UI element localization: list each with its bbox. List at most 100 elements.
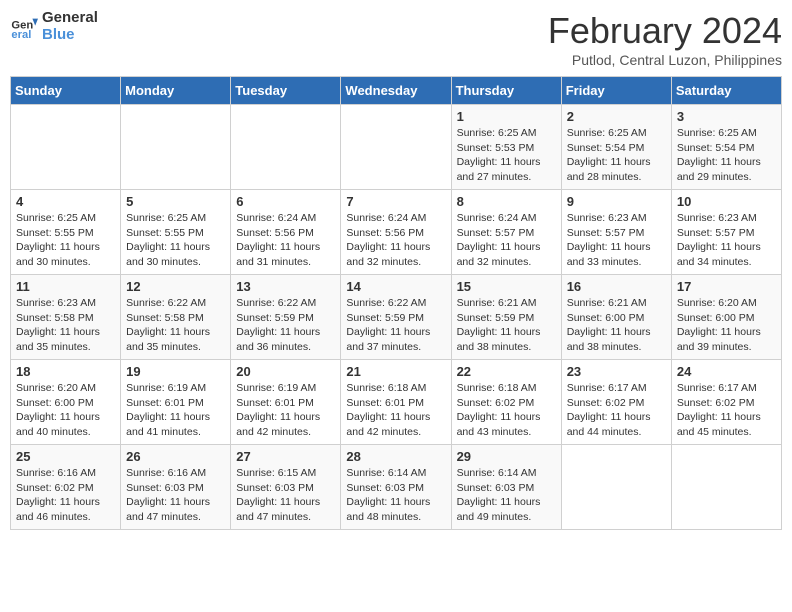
calendar-cell: 28 Sunrise: 6:14 AM Sunset: 6:03 PM Dayli… (341, 445, 451, 530)
day-info: Sunrise: 6:17 AM Sunset: 6:02 PM Dayligh… (677, 381, 776, 440)
calendar-cell: 18Sunrise: 6:20 AM Sunset: 6:00 PM Dayli… (11, 360, 121, 445)
calendar-cell: 26Sunrise: 6:16 AM Sunset: 6:03 PM Dayli… (121, 445, 231, 530)
calendar-cell (671, 445, 781, 530)
day-number: 6 (236, 194, 335, 209)
day-number: 5 (126, 194, 225, 209)
calendar-cell: 16Sunrise: 6:21 AM Sunset: 6:00 PM Dayli… (561, 275, 671, 360)
day-number: 28 (346, 449, 445, 464)
calendar-cell: 6 Sunrise: 6:24 AM Sunset: 5:56 PM Daylig… (231, 190, 341, 275)
calendar-cell: 12Sunrise: 6:22 AM Sunset: 5:58 PM Dayli… (121, 275, 231, 360)
calendar-cell: 23 Sunrise: 6:17 AM Sunset: 6:02 PM Dayli… (561, 360, 671, 445)
calendar-week-1: 4Sunrise: 6:25 AM Sunset: 5:55 PM Daylig… (11, 190, 782, 275)
day-number: 4 (16, 194, 115, 209)
day-header-saturday: Saturday (671, 77, 781, 105)
day-number: 1 (457, 109, 556, 124)
calendar-cell: 7Sunrise: 6:24 AM Sunset: 5:56 PM Daylig… (341, 190, 451, 275)
logo-blue: Blue (42, 26, 75, 43)
calendar-week-0: 1 Sunrise: 6:25 AM Sunset: 5:53 PM Daylig… (11, 105, 782, 190)
calendar-cell: 2 Sunrise: 6:25 AM Sunset: 5:54 PM Daylig… (561, 105, 671, 190)
day-info: Sunrise: 6:17 AM Sunset: 6:02 PM Dayligh… (567, 381, 666, 440)
day-info: Sunrise: 6:18 AM Sunset: 6:01 PM Dayligh… (346, 381, 445, 440)
day-number: 8 (457, 194, 556, 209)
day-header-sunday: Sunday (11, 77, 121, 105)
calendar-cell: 14 Sunrise: 6:22 AM Sunset: 5:59 PM Dayli… (341, 275, 451, 360)
day-info: Sunrise: 6:19 AM Sunset: 6:01 PM Dayligh… (126, 381, 225, 440)
calendar-cell: 20Sunrise: 6:19 AM Sunset: 6:01 PM Dayli… (231, 360, 341, 445)
calendar-week-2: 11 Sunrise: 6:23 AM Sunset: 5:58 PM Dayli… (11, 275, 782, 360)
day-number: 3 (677, 109, 776, 124)
calendar-week-4: 25 Sunrise: 6:16 AM Sunset: 6:02 PM Dayli… (11, 445, 782, 530)
day-number: 17 (677, 279, 776, 294)
day-number: 15 (457, 279, 556, 294)
day-number: 25 (16, 449, 115, 464)
day-info: Sunrise: 6:18 AM Sunset: 6:02 PM Dayligh… (457, 381, 556, 440)
day-header-friday: Friday (561, 77, 671, 105)
calendar-cell (231, 105, 341, 190)
calendar-subtitle: Putlod, Central Luzon, Philippines (548, 52, 782, 68)
calendar-cell: 25 Sunrise: 6:16 AM Sunset: 6:02 PM Dayli… (11, 445, 121, 530)
calendar-cell: 13 Sunrise: 6:22 AM Sunset: 5:59 PM Dayli… (231, 275, 341, 360)
svg-text:eral: eral (11, 29, 31, 41)
calendar-cell: 1 Sunrise: 6:25 AM Sunset: 5:53 PM Daylig… (451, 105, 561, 190)
day-info: Sunrise: 6:25 AM Sunset: 5:54 PM Dayligh… (567, 126, 666, 185)
day-info: Sunrise: 6:20 AM Sunset: 6:00 PM Dayligh… (677, 296, 776, 355)
calendar-cell: 19 Sunrise: 6:19 AM Sunset: 6:01 PM Dayli… (121, 360, 231, 445)
day-info: Sunrise: 6:24 AM Sunset: 5:57 PM Dayligh… (457, 211, 556, 270)
day-info: Sunrise: 6:20 AM Sunset: 6:00 PM Dayligh… (16, 381, 115, 440)
calendar-cell (561, 445, 671, 530)
day-header-thursday: Thursday (451, 77, 561, 105)
day-info: Sunrise: 6:25 AM Sunset: 5:54 PM Dayligh… (677, 126, 776, 185)
day-number: 22 (457, 364, 556, 379)
header-row: SundayMondayTuesdayWednesdayThursdayFrid… (11, 77, 782, 105)
calendar-cell: 8 Sunrise: 6:24 AM Sunset: 5:57 PM Daylig… (451, 190, 561, 275)
logo: Gen eral General Blue (10, 10, 98, 43)
day-number: 9 (567, 194, 666, 209)
calendar-cell: 9 Sunrise: 6:23 AM Sunset: 5:57 PM Daylig… (561, 190, 671, 275)
logo-icon: Gen eral (10, 13, 38, 41)
day-info: Sunrise: 6:23 AM Sunset: 5:57 PM Dayligh… (567, 211, 666, 270)
calendar-cell: 15 Sunrise: 6:21 AM Sunset: 5:59 PM Dayli… (451, 275, 561, 360)
calendar-cell (341, 105, 451, 190)
day-info: Sunrise: 6:22 AM Sunset: 5:59 PM Dayligh… (236, 296, 335, 355)
day-info: Sunrise: 6:21 AM Sunset: 5:59 PM Dayligh… (457, 296, 556, 355)
day-number: 21 (346, 364, 445, 379)
calendar-table: SundayMondayTuesdayWednesdayThursdayFrid… (10, 76, 782, 530)
calendar-cell: 10 Sunrise: 6:23 AM Sunset: 5:57 PM Dayli… (671, 190, 781, 275)
day-number: 19 (126, 364, 225, 379)
day-number: 12 (126, 279, 225, 294)
calendar-cell: 4Sunrise: 6:25 AM Sunset: 5:55 PM Daylig… (11, 190, 121, 275)
calendar-cell: 29 Sunrise: 6:14 AM Sunset: 6:03 PM Dayli… (451, 445, 561, 530)
calendar-cell: 17 Sunrise: 6:20 AM Sunset: 6:00 PM Dayli… (671, 275, 781, 360)
header: Gen eral General Blue February 2024 Putl… (10, 10, 782, 68)
calendar-cell (121, 105, 231, 190)
day-number: 23 (567, 364, 666, 379)
day-info: Sunrise: 6:14 AM Sunset: 6:03 PM Dayligh… (346, 466, 445, 525)
day-header-wednesday: Wednesday (341, 77, 451, 105)
calendar-cell: 22 Sunrise: 6:18 AM Sunset: 6:02 PM Dayli… (451, 360, 561, 445)
calendar-week-3: 18Sunrise: 6:20 AM Sunset: 6:00 PM Dayli… (11, 360, 782, 445)
day-number: 11 (16, 279, 115, 294)
day-header-monday: Monday (121, 77, 231, 105)
day-info: Sunrise: 6:22 AM Sunset: 5:59 PM Dayligh… (346, 296, 445, 355)
day-number: 16 (567, 279, 666, 294)
day-info: Sunrise: 6:25 AM Sunset: 5:53 PM Dayligh… (457, 126, 556, 185)
day-info: Sunrise: 6:16 AM Sunset: 6:02 PM Dayligh… (16, 466, 115, 525)
calendar-cell: 3 Sunrise: 6:25 AM Sunset: 5:54 PM Daylig… (671, 105, 781, 190)
day-info: Sunrise: 6:23 AM Sunset: 5:58 PM Dayligh… (16, 296, 115, 355)
day-number: 14 (346, 279, 445, 294)
day-number: 26 (126, 449, 225, 464)
calendar-cell: 21 Sunrise: 6:18 AM Sunset: 6:01 PM Dayli… (341, 360, 451, 445)
day-info: Sunrise: 6:24 AM Sunset: 5:56 PM Dayligh… (236, 211, 335, 270)
calendar-title: February 2024 (548, 10, 782, 52)
logo-general: General (42, 9, 98, 26)
calendar-cell: 27Sunrise: 6:15 AM Sunset: 6:03 PM Dayli… (231, 445, 341, 530)
day-number: 10 (677, 194, 776, 209)
calendar-cell: 24Sunrise: 6:17 AM Sunset: 6:02 PM Dayli… (671, 360, 781, 445)
calendar-cell: 5Sunrise: 6:25 AM Sunset: 5:55 PM Daylig… (121, 190, 231, 275)
day-info: Sunrise: 6:23 AM Sunset: 5:57 PM Dayligh… (677, 211, 776, 270)
day-info: Sunrise: 6:24 AM Sunset: 5:56 PM Dayligh… (346, 211, 445, 270)
day-number: 29 (457, 449, 556, 464)
day-number: 13 (236, 279, 335, 294)
day-info: Sunrise: 6:14 AM Sunset: 6:03 PM Dayligh… (457, 466, 556, 525)
day-number: 2 (567, 109, 666, 124)
